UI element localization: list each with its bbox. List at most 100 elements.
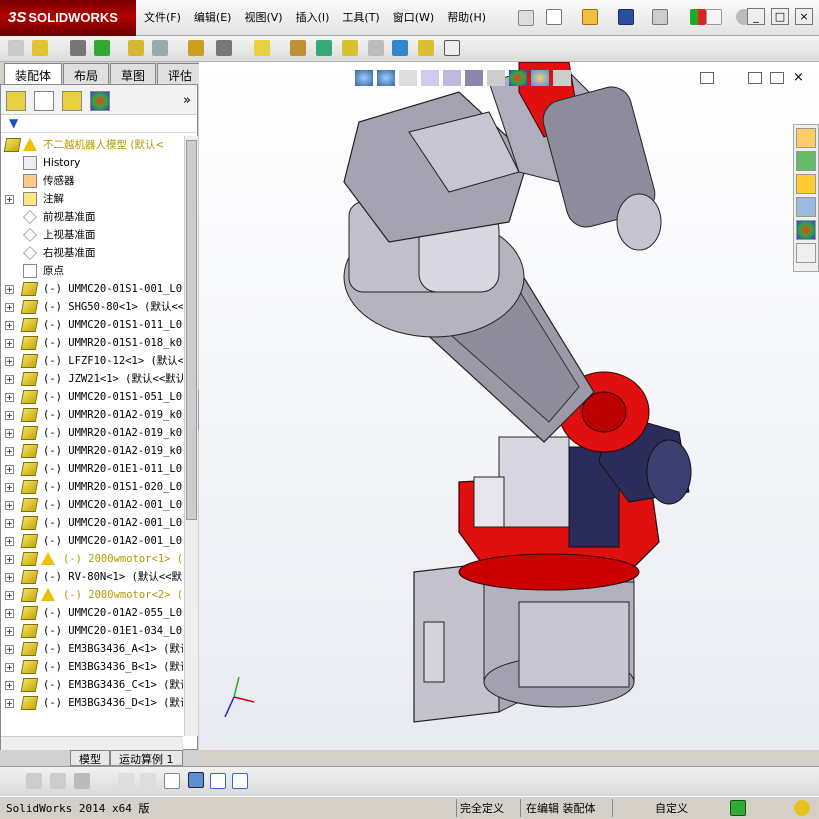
rebuild-status-icon[interactable]	[794, 800, 810, 816]
component-row[interactable]: + (-) UMMC20-01S1-051_L00	[1, 388, 183, 406]
close-icon[interactable]: ×	[795, 8, 813, 25]
menu-tools[interactable]: 工具(T)	[342, 9, 379, 25]
tree-item[interactable]: + 注解	[1, 190, 183, 208]
triad-icon[interactable]	[164, 773, 180, 789]
tree-root[interactable]: 不二越机器人模型 (默认<	[1, 136, 183, 154]
file-explorer-icon[interactable]	[796, 174, 816, 194]
edit-component-icon[interactable]	[8, 40, 24, 56]
box-view-icon[interactable]	[188, 772, 204, 788]
instant3d-icon[interactable]	[392, 40, 408, 56]
component-row[interactable]: + (-) 2000wmotor<1> (默	[1, 550, 183, 568]
expand-icon[interactable]: +	[5, 285, 14, 294]
exploded-view-icon[interactable]	[342, 40, 358, 56]
menu-edit[interactable]: 编辑(E)	[194, 9, 232, 25]
custom-properties-icon[interactable]	[796, 243, 816, 263]
view-settings-icon[interactable]	[553, 70, 571, 86]
viewport-close-icon[interactable]: ×	[793, 70, 804, 85]
menu-window[interactable]: 窗口(W)	[393, 9, 434, 25]
insert-component-icon[interactable]	[32, 40, 48, 56]
tab-evaluate[interactable]: 评估	[157, 63, 204, 84]
expand-icon[interactable]: +	[5, 465, 14, 474]
hidden-lines-icon[interactable]	[50, 773, 66, 789]
expand-icon[interactable]: +	[5, 393, 14, 402]
expand-icon[interactable]: +	[5, 357, 14, 366]
assembly-features-icon[interactable]	[216, 40, 232, 56]
tab-layout[interactable]: 布局	[63, 63, 110, 84]
expand-icon[interactable]: +	[5, 555, 14, 564]
tree-item[interactable]: 原点	[1, 262, 183, 280]
wireframe-icon[interactable]	[26, 773, 42, 789]
menu-help[interactable]: 帮助(H)	[447, 9, 486, 25]
component-row[interactable]: + (-) EM3BG3436_A<1> (默认	[1, 640, 183, 658]
component-row[interactable]: + (-) SHG50-80<1> (默认<<	[1, 298, 183, 316]
edit-appearance-icon[interactable]	[509, 70, 527, 86]
shaded-icon[interactable]	[74, 773, 90, 789]
minimize-icon[interactable]: _	[747, 8, 765, 25]
expand-icon[interactable]: +	[5, 591, 14, 600]
menu-insert[interactable]: 插入(I)	[296, 9, 330, 25]
view-palette-icon[interactable]	[796, 197, 816, 217]
expand-icon[interactable]: +	[5, 501, 14, 510]
expand-icon[interactable]: +	[5, 429, 14, 438]
component-row[interactable]: + (-) UMMC20-01A2-001_L00	[1, 496, 183, 514]
component-row[interactable]: + (-) UMMR20-01S1-018_k00	[1, 334, 183, 352]
pattern-icon[interactable]	[94, 40, 110, 56]
component-row[interactable]: + (-) 2000wmotor<2> (默	[1, 586, 183, 604]
component-row[interactable]: + (-) UMMC20-01S1-011_L00	[1, 316, 183, 334]
snapshot-icon[interactable]	[444, 40, 460, 56]
previous-view-icon[interactable]	[399, 70, 417, 86]
pin-icon[interactable]	[518, 10, 534, 26]
scrollbar-thumb[interactable]	[186, 140, 197, 520]
split-icon[interactable]	[140, 773, 156, 789]
graphics-area[interactable]	[199, 61, 819, 750]
tree-item[interactable]: History	[1, 154, 183, 172]
component-row[interactable]: + (-) UMMR20-01S1-020_L00	[1, 478, 183, 496]
units-status[interactable]: 自定义	[655, 800, 688, 816]
tree-item[interactable]: 右视基准面	[1, 244, 183, 262]
component-row[interactable]: + (-) UMMR20-01A2-019_k00	[1, 406, 183, 424]
component-row[interactable]: + (-) LFZF10-12<1> (默认<	[1, 352, 183, 370]
expand-icon[interactable]: +	[5, 537, 14, 546]
component-row[interactable]: + (-) EM3BG3436_C<1> (默认	[1, 676, 183, 694]
component-row[interactable]: + (-) UMMR20-01A2-019_k00	[1, 442, 183, 460]
viewport-restore-icon[interactable]	[770, 72, 784, 84]
component-row[interactable]: + (-) RV-80N<1> (默认<<默	[1, 568, 183, 586]
reference-geometry-icon[interactable]	[254, 40, 270, 56]
zoom-area-icon[interactable]	[377, 70, 395, 86]
property-manager-tab-icon[interactable]	[34, 91, 54, 111]
expand-icon[interactable]: +	[5, 447, 14, 456]
new-document-icon[interactable]	[546, 9, 562, 25]
restore-icon[interactable]: □	[771, 8, 789, 25]
apply-scene-icon[interactable]	[531, 70, 549, 86]
rebuild-icon[interactable]	[690, 9, 706, 25]
expand-icon[interactable]: +	[5, 663, 14, 672]
two-view-icon[interactable]	[232, 773, 248, 789]
menu-file[interactable]: 文件(F)	[144, 9, 181, 25]
tab-motion-study[interactable]: 运动算例 1	[110, 750, 183, 766]
mate-icon[interactable]	[70, 40, 86, 56]
solidworks-resources-icon[interactable]	[796, 128, 816, 148]
component-row[interactable]: + (-) UMMC20-01S1-001_L00	[1, 280, 183, 298]
expand-icon[interactable]: +	[5, 483, 14, 492]
component-row[interactable]: + (-) EM3BG3436_B<1> (默认	[1, 658, 183, 676]
component-row[interactable]: + (-) UMMR20-01A2-019_k00	[1, 424, 183, 442]
solidworks-logo[interactable]: 3S SOLIDWORKS	[0, 0, 136, 36]
design-library-icon[interactable]	[796, 151, 816, 171]
tree-item[interactable]: 传感器	[1, 172, 183, 190]
component-row[interactable]: + (-) UMMC20-01A2-001_L00	[1, 514, 183, 532]
tab-model[interactable]: 模型	[70, 750, 110, 766]
view-orientation-icon[interactable]	[443, 70, 461, 86]
tab-sketch[interactable]: 草图	[110, 63, 157, 84]
hide-show-items-icon[interactable]	[487, 70, 505, 86]
expand-icon[interactable]: +	[5, 573, 14, 582]
tree-item[interactable]: 前视基准面	[1, 208, 183, 226]
show-hidden-icon[interactable]	[188, 40, 204, 56]
expand-panel-icon[interactable]: »	[183, 93, 191, 108]
component-row[interactable]: + (-) UMMC20-01A2-055_L00	[1, 604, 183, 622]
appearances-icon[interactable]	[796, 220, 816, 240]
expand-icon[interactable]: +	[5, 321, 14, 330]
feature-tree-tab-icon[interactable]	[6, 91, 26, 111]
component-row[interactable]: + (-) UMMC20-01A2-001_L00	[1, 532, 183, 550]
tree-horizontal-scrollbar[interactable]	[1, 736, 183, 750]
expand-icon[interactable]: +	[5, 609, 14, 618]
